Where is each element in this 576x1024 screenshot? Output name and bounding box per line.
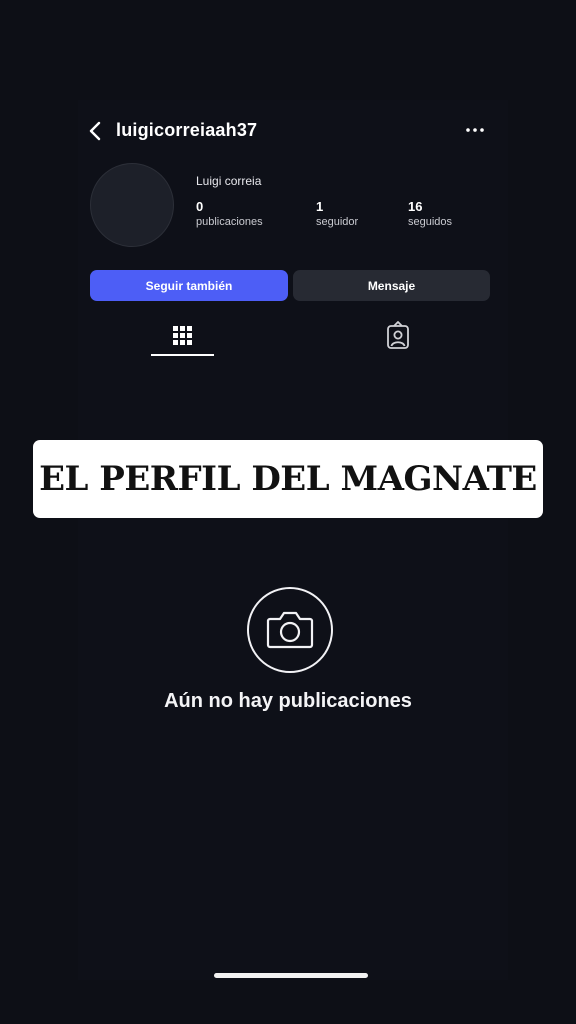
follow-back-button[interactable]: Seguir también [90, 270, 288, 301]
home-indicator[interactable] [214, 973, 368, 978]
tagged-person-icon[interactable] [384, 321, 412, 351]
stat-posts-label: publicaciones [196, 216, 263, 228]
stat-posts-count: 0 [196, 199, 204, 214]
stat-following[interactable]: 16 seguidos [408, 199, 452, 228]
empty-state-text: Aún no hay publicaciones [164, 690, 412, 712]
stat-followers-label: seguidor [316, 216, 359, 228]
camera-icon [266, 611, 314, 649]
empty-state-camera-ring [247, 587, 333, 673]
overlay-banner: EL PERFIL DEL MAGNATE [33, 440, 543, 518]
profile-username: luigicorreiaah37 [116, 120, 258, 140]
stat-followers[interactable]: 1 seguidor [316, 199, 358, 228]
tab-posts-grid[interactable] [151, 318, 214, 356]
grid-icon [173, 326, 192, 345]
stat-followers-count: 1 [316, 199, 324, 214]
back-arrow-icon[interactable] [86, 121, 106, 141]
stat-posts[interactable]: 0 publicaciones [196, 199, 263, 228]
stat-following-label: seguidos [408, 216, 453, 228]
banner-title: EL PERFIL DEL MAGNATE [39, 459, 537, 499]
message-button[interactable]: Mensaje [293, 270, 490, 301]
stat-following-count: 16 [408, 199, 423, 214]
avatar[interactable] [90, 163, 174, 247]
active-tab-indicator [151, 354, 214, 356]
more-options-icon[interactable] [463, 122, 487, 138]
display-name: Luigi correia [196, 174, 262, 188]
